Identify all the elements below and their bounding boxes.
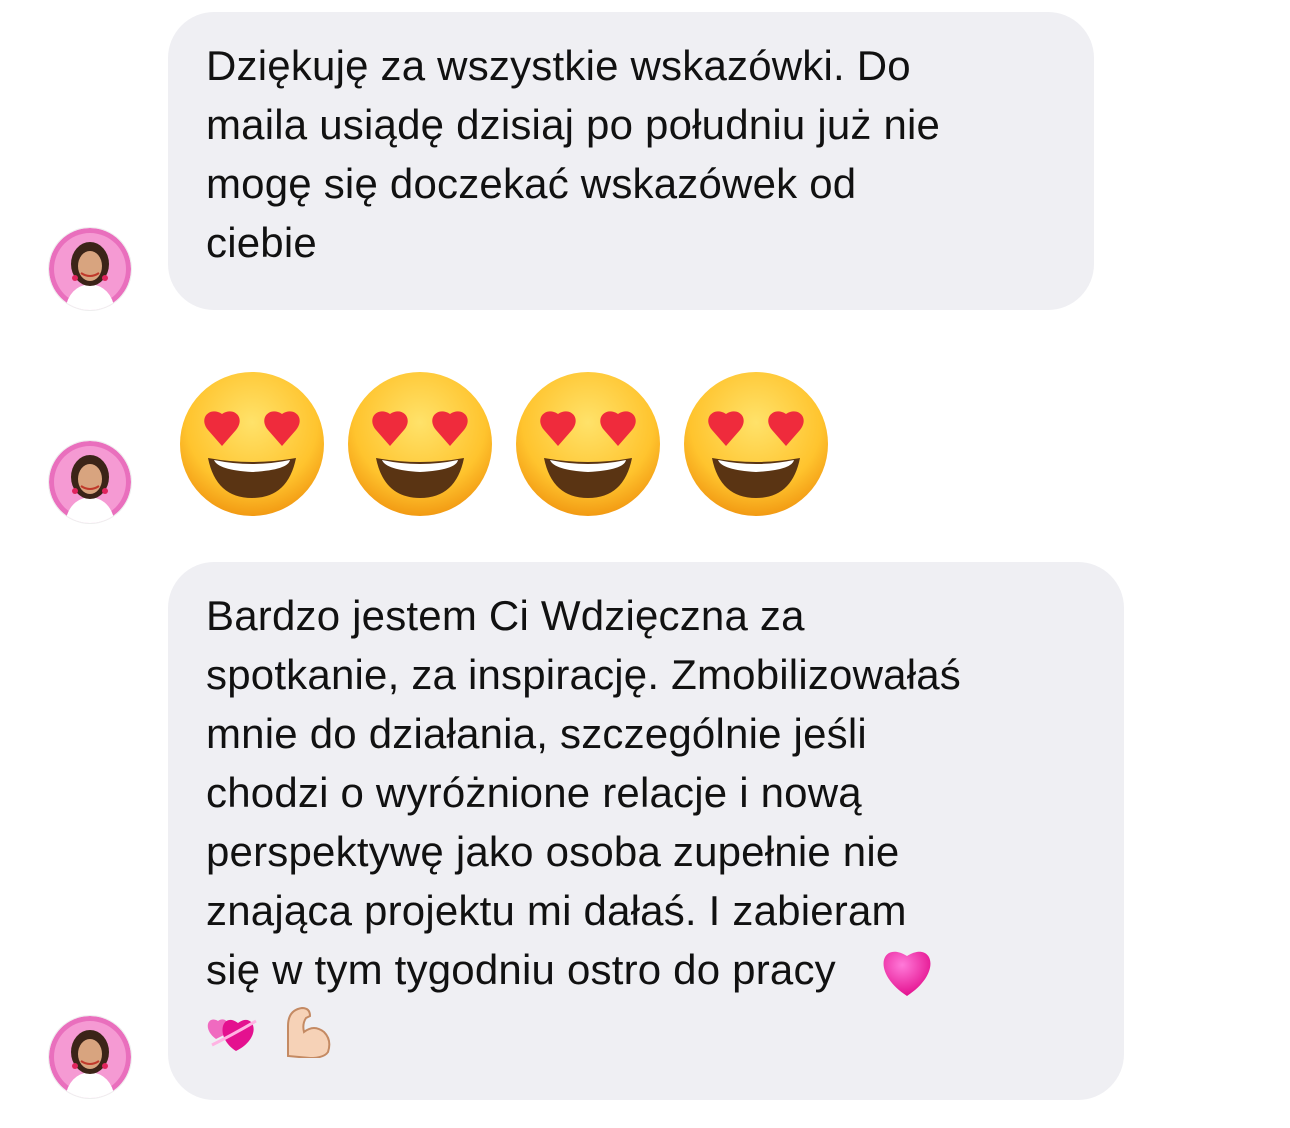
avatar[interactable] <box>49 228 131 310</box>
emoji-message[interactable] <box>178 370 830 518</box>
message-line: mnie do działania, szczególnie jeśli <box>206 710 867 757</box>
pink-heart-emoji <box>883 951 931 996</box>
emoji-row <box>206 1002 1094 1058</box>
message-bubble[interactable]: Dziękuję za wszystkie wskazówki. Do mail… <box>168 12 1094 310</box>
heart-eyes-emoji <box>684 372 828 516</box>
message-line: spotkanie, za inspirację. Zmobilizowałaś <box>206 651 961 698</box>
revolving-hearts-emoji <box>207 1019 257 1051</box>
heart-eyes-emoji <box>180 372 324 516</box>
message-line-with-emoji: się w tym tygodniu ostro do pracy <box>206 940 1094 1000</box>
message-line: ciebie <box>206 219 317 266</box>
message-line: perspektywę jako osoba zupełnie nie <box>206 828 900 875</box>
message-line: mogę się doczekać wskazówek od <box>206 160 857 207</box>
message-bubble[interactable]: Bardzo jestem Ci Wdzięczna za spotkanie,… <box>168 562 1124 1100</box>
avatar[interactable] <box>49 1016 131 1098</box>
message-line: maila usiądę dzisiaj po południu już nie <box>206 101 941 148</box>
message-line: znająca projektu mi dałaś. I zabieram <box>206 887 907 934</box>
avatar[interactable] <box>49 441 131 523</box>
message-line: Bardzo jestem Ci Wdzięczna za <box>206 592 805 639</box>
heart-eyes-emoji <box>348 372 492 516</box>
heart-eyes-emoji <box>516 372 660 516</box>
flexed-biceps-emoji <box>287 1006 331 1058</box>
message-line: Dziękuję za wszystkie wskazówki. Do <box>206 42 911 89</box>
message-line: chodzi o wyróżnione relacje i nową <box>206 769 862 816</box>
message-line: się w tym tygodniu ostro do pracy <box>206 946 836 993</box>
